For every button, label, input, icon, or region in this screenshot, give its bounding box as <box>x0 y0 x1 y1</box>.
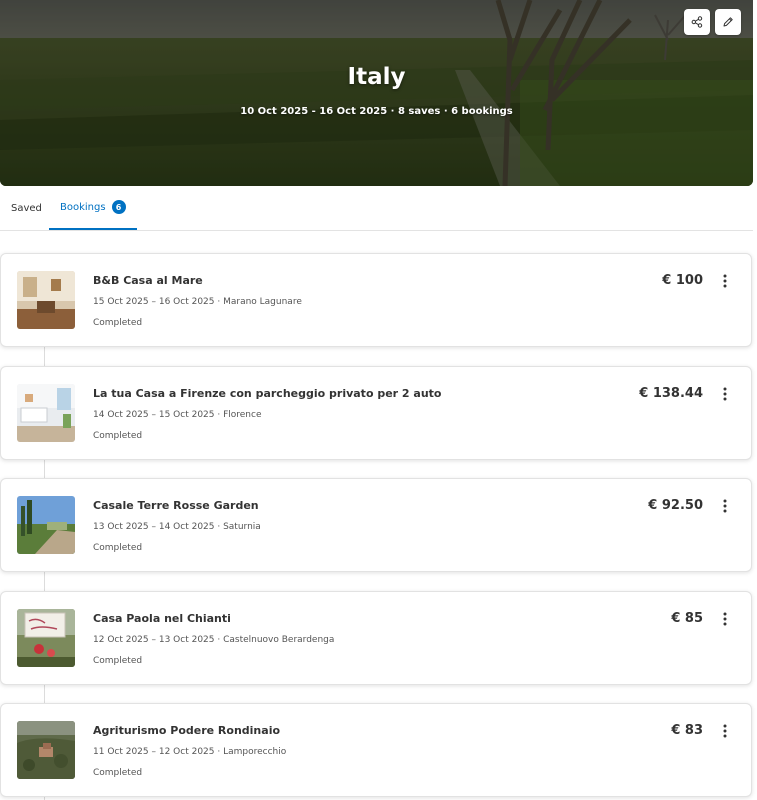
booking-card[interactable]: B&B Casa al Mare 15 Oct 2025 – 16 Oct 20… <box>0 253 752 347</box>
booking-status: Completed <box>93 656 143 666</box>
edit-trip-button[interactable] <box>715 9 741 35</box>
share-trip-button[interactable] <box>684 9 710 35</box>
property-photo[interactable] <box>17 721 75 779</box>
booking-dates-location: 14 Oct 2025 – 15 Oct 2025 · Florence <box>93 410 262 420</box>
booking-status: Completed <box>93 543 143 553</box>
vertical-dots-icon <box>723 499 727 513</box>
share-icon <box>691 16 703 28</box>
bookings-count-badge: 6 <box>111 200 126 214</box>
booking-card[interactable]: Agriturismo Podere Rondinaio 11 Oct 2025… <box>0 703 752 797</box>
booking-card[interactable]: Casa Paola nel Chianti 12 Oct 2025 – 13 … <box>0 591 752 685</box>
more-options-button[interactable] <box>717 722 733 740</box>
more-options-button[interactable] <box>717 497 733 515</box>
trip-hero: Italy 10 Oct 2025 - 16 Oct 2025 · 8 save… <box>0 0 753 186</box>
booking-price: € 83 <box>671 723 703 738</box>
vertical-dots-icon <box>723 387 727 401</box>
tab-bookings[interactable]: Bookings 6 <box>49 186 137 230</box>
more-options-button[interactable] <box>717 385 733 403</box>
more-options-button[interactable] <box>717 272 733 290</box>
booking-status: Completed <box>93 431 143 441</box>
more-options-button[interactable] <box>717 610 733 628</box>
property-name[interactable]: Casa Paola nel Chianti <box>93 612 231 625</box>
booking-dates-location: 13 Oct 2025 – 14 Oct 2025 · Saturnia <box>93 522 261 532</box>
trip-summary: 10 Oct 2025 - 16 Oct 2025 · 8 saves · 6 … <box>240 106 513 117</box>
booking-status: Completed <box>93 768 143 778</box>
booking-price: € 100 <box>662 273 703 288</box>
booking-dates-location: 15 Oct 2025 – 16 Oct 2025 · Marano Lagun… <box>93 297 302 307</box>
property-name[interactable]: Agriturismo Podere Rondinaio <box>93 724 280 737</box>
property-photo[interactable] <box>17 609 75 667</box>
booking-price: € 138.44 <box>639 386 703 401</box>
property-photo[interactable] <box>17 271 75 329</box>
booking-price: € 85 <box>671 611 703 626</box>
property-name[interactable]: Casale Terre Rosse Garden <box>93 499 259 512</box>
property-name[interactable]: La tua Casa a Firenze con parcheggio pri… <box>93 387 441 400</box>
property-name[interactable]: B&B Casa al Mare <box>93 274 203 287</box>
tab-bookings-label: Bookings <box>60 201 106 213</box>
property-photo[interactable] <box>17 384 75 442</box>
hero-overlay <box>0 0 753 186</box>
vertical-dots-icon <box>723 274 727 288</box>
booking-status: Completed <box>93 318 143 328</box>
trip-tabs: Saved Bookings 6 <box>0 186 753 231</box>
booking-dates-location: 12 Oct 2025 – 13 Oct 2025 · Castelnuovo … <box>93 635 335 645</box>
booking-card[interactable]: Casale Terre Rosse Garden 13 Oct 2025 – … <box>0 478 752 572</box>
vertical-dots-icon <box>723 724 727 738</box>
property-photo[interactable] <box>17 496 75 554</box>
booking-price: € 92.50 <box>648 498 703 513</box>
booking-dates-location: 11 Oct 2025 – 12 Oct 2025 · Lamporecchio <box>93 747 287 757</box>
pencil-icon <box>723 17 733 27</box>
trip-title: Italy <box>347 64 406 90</box>
booking-card[interactable]: La tua Casa a Firenze con parcheggio pri… <box>0 366 752 460</box>
tab-saved[interactable]: Saved <box>11 186 42 231</box>
vertical-dots-icon <box>723 612 727 626</box>
tab-saved-label: Saved <box>11 203 42 214</box>
